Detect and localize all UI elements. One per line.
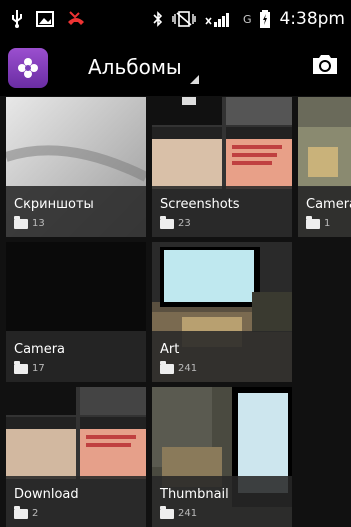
album-count-value: 2 <box>32 508 39 519</box>
folder-icon <box>160 505 174 519</box>
camera-icon[interactable] <box>311 52 339 76</box>
album-tile[interactable]: Скриншоты 13 <box>6 97 146 237</box>
album-name: Camera <box>306 197 351 212</box>
album-tile[interactable]: Art 241 <box>152 242 292 382</box>
album-count: 1 <box>306 215 331 229</box>
album-name: Download <box>14 487 79 502</box>
album-count: 13 <box>14 215 45 229</box>
album-name: Camera <box>14 342 66 357</box>
page-title[interactable]: Альбомы <box>88 55 182 79</box>
bluetooth-icon <box>153 11 163 27</box>
album-label: Camera 1 <box>298 186 351 237</box>
album-count-value: 1 <box>324 218 331 229</box>
album-count-value: 13 <box>32 218 45 229</box>
album-tile[interactable]: Camera 1 <box>298 97 351 237</box>
album-grid: Скриншоты 13 Screenshots 23 Camer 1 Came… <box>6 97 351 527</box>
clock: 4:38pm <box>279 9 345 29</box>
album-tile[interactable]: Download 2 <box>6 387 146 527</box>
album-tile[interactable]: Camera 17 <box>6 242 146 382</box>
missed-call-icon <box>68 11 84 25</box>
album-label: Art 241 <box>152 331 292 382</box>
album-label: Download 2 <box>6 476 146 527</box>
app-bar: Альбомы <box>0 40 351 96</box>
album-name: Screenshots <box>160 197 240 212</box>
album-count: 2 <box>14 505 39 519</box>
album-label: Скриншоты 13 <box>6 186 146 237</box>
folder-icon <box>14 505 28 519</box>
status-bar: G 4:38pm <box>0 0 351 40</box>
album-name: Скриншоты <box>14 197 94 212</box>
folder-icon <box>14 215 28 229</box>
album-name: Thumbnail <box>160 487 229 502</box>
album-count-value: 241 <box>178 363 198 374</box>
album-tile[interactable]: Thumbnail 241 <box>152 387 292 527</box>
folder-icon <box>14 360 28 374</box>
album-count-value: 17 <box>32 363 45 374</box>
battery-icon <box>260 10 271 28</box>
app-logo-icon[interactable] <box>8 48 48 88</box>
folder-icon <box>306 215 320 229</box>
album-tile[interactable]: Screenshots 23 <box>152 97 292 237</box>
album-count: 241 <box>160 505 198 519</box>
status-right-icons: G 4:38pm <box>153 9 345 29</box>
album-count: 23 <box>160 215 191 229</box>
image-icon <box>36 11 54 27</box>
album-count-value: 241 <box>178 508 198 519</box>
folder-icon <box>160 360 174 374</box>
usb-icon <box>12 10 22 28</box>
album-count-value: 23 <box>178 218 191 229</box>
dropdown-indicator-icon <box>190 75 199 84</box>
album-label: Thumbnail 241 <box>152 476 292 527</box>
status-left-icons <box>10 10 86 28</box>
album-count: 241 <box>160 360 198 374</box>
signal-icon <box>205 13 229 27</box>
album-label: Camera 17 <box>6 331 146 382</box>
album-count: 17 <box>14 360 45 374</box>
vibrate-icon <box>172 11 196 27</box>
album-label: Screenshots 23 <box>152 186 292 237</box>
network-type: G <box>242 12 252 26</box>
folder-icon <box>160 215 174 229</box>
album-name: Art <box>160 342 180 357</box>
